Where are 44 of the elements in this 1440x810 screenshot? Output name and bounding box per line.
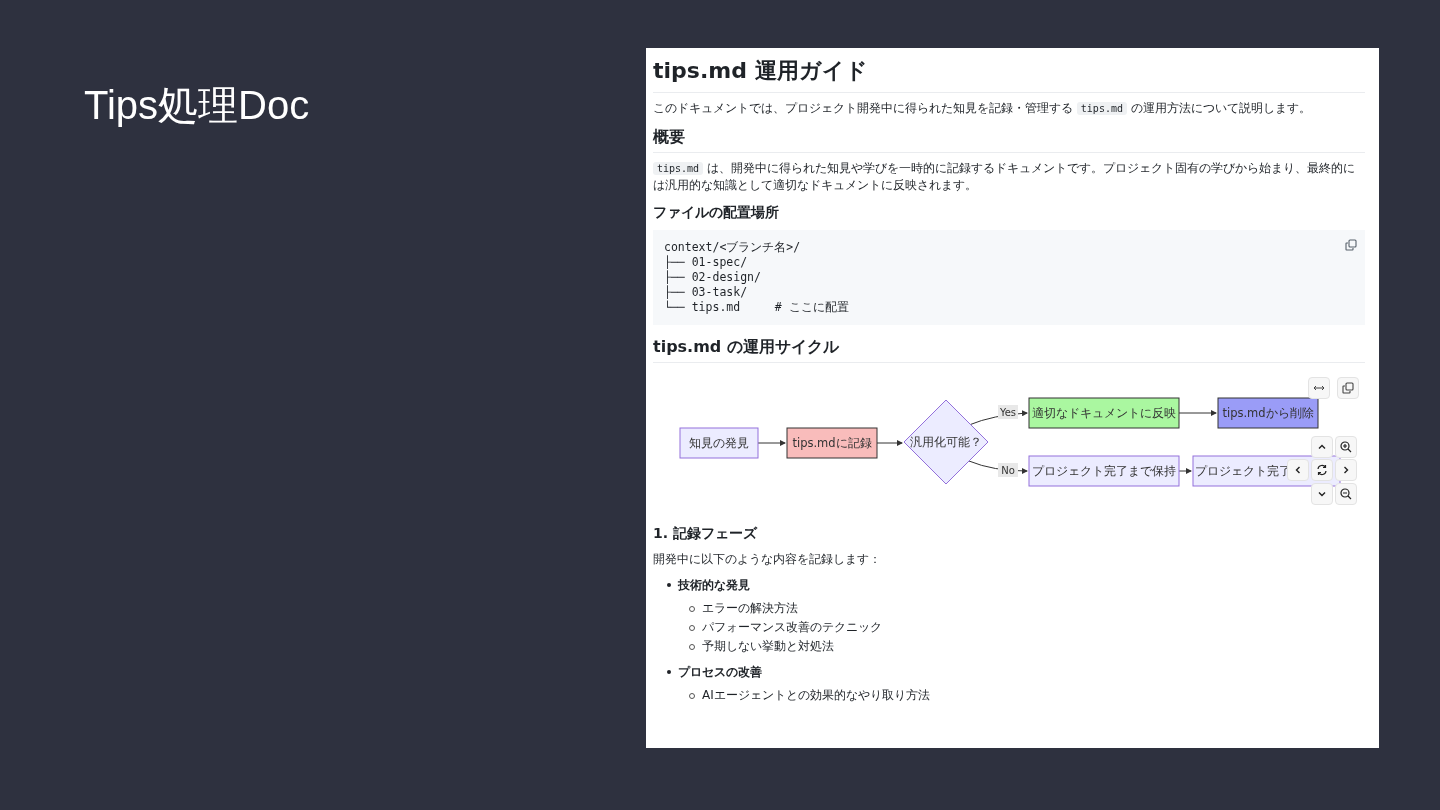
chevron-right-icon xyxy=(1341,465,1351,475)
pan-right-button[interactable] xyxy=(1335,459,1357,481)
zoom-out-icon xyxy=(1340,488,1352,500)
section-heading: tips.md の運用サイクル xyxy=(653,337,1365,363)
list-item: AIエージェントとの効果的なやり取り方法 xyxy=(702,687,930,704)
pan-left-button[interactable] xyxy=(1287,459,1309,481)
pan-up-button[interactable] xyxy=(1311,436,1333,458)
edge-label: Yes xyxy=(998,405,1018,419)
node-label: 汎用化可能？ xyxy=(910,435,982,449)
zoom-out-button[interactable] xyxy=(1335,483,1357,505)
overview-paragraph: tips.md は、開発中に得られた知見や学びを一時的に記録するドキュメントです。プロジェクト固有の学びから始まり、最終的には汎用的な知識として適切なドキュメントに反映されます。 xyxy=(653,160,1356,194)
bullet-icon xyxy=(667,583,671,587)
document-title: tips.md 運用ガイド xyxy=(653,56,1365,93)
chevron-up-icon xyxy=(1317,442,1327,452)
zoom-in-icon xyxy=(1340,441,1352,453)
pan-down-button[interactable] xyxy=(1311,483,1333,505)
list-item: パフォーマンス改善のテクニック xyxy=(702,619,882,636)
node-label: 知見の発見 xyxy=(689,436,749,450)
zoom-in-button[interactable] xyxy=(1335,436,1357,458)
copy-icon xyxy=(1342,382,1354,394)
reset-button[interactable] xyxy=(1311,459,1333,481)
intro-paragraph: このドキュメントでは、プロジェクト開発中に得られた知見を記録・管理する tips.md の運用方法について説明します。 xyxy=(653,100,1312,117)
bullet-icon xyxy=(667,670,671,674)
node-label: tips.mdに記録 xyxy=(792,436,872,450)
directory-tree-code: context/<ブランチ名>/ ├── 01-spec/ ├── 02-design/ ├── 03-task/ └── tips.md # ここに配置 xyxy=(664,240,849,315)
fit-width-button[interactable] xyxy=(1308,377,1330,399)
section-heading: 概要 xyxy=(653,127,1365,153)
chevron-left-icon xyxy=(1293,465,1303,475)
list-item: エラーの解決方法 xyxy=(702,600,798,617)
subsection-heading: ファイルの配置場所 xyxy=(653,204,780,222)
node-label: tips.mdから削除 xyxy=(1222,406,1314,420)
list-item: 予期しない挙動と対処法 xyxy=(702,638,834,655)
copy-icon[interactable] xyxy=(1345,239,1357,251)
list-item: プロセスの改善 xyxy=(678,663,762,681)
refresh-icon xyxy=(1316,464,1328,476)
slide-title: Tips処理Doc xyxy=(84,82,310,129)
chevron-down-icon xyxy=(1317,489,1327,499)
copy-button[interactable] xyxy=(1337,377,1359,399)
node-label: プロジェクト完了まで保持 xyxy=(1032,464,1176,478)
phase-paragraph: 開発中に以下のような内容を記録します： xyxy=(653,551,882,568)
list-item: 技術的な発見 xyxy=(678,576,750,594)
subsection-heading: 1. 記録フェーズ xyxy=(653,525,759,543)
node-label: 適切なドキュメントに反映 xyxy=(1032,406,1176,420)
edge-label: No xyxy=(998,463,1018,477)
